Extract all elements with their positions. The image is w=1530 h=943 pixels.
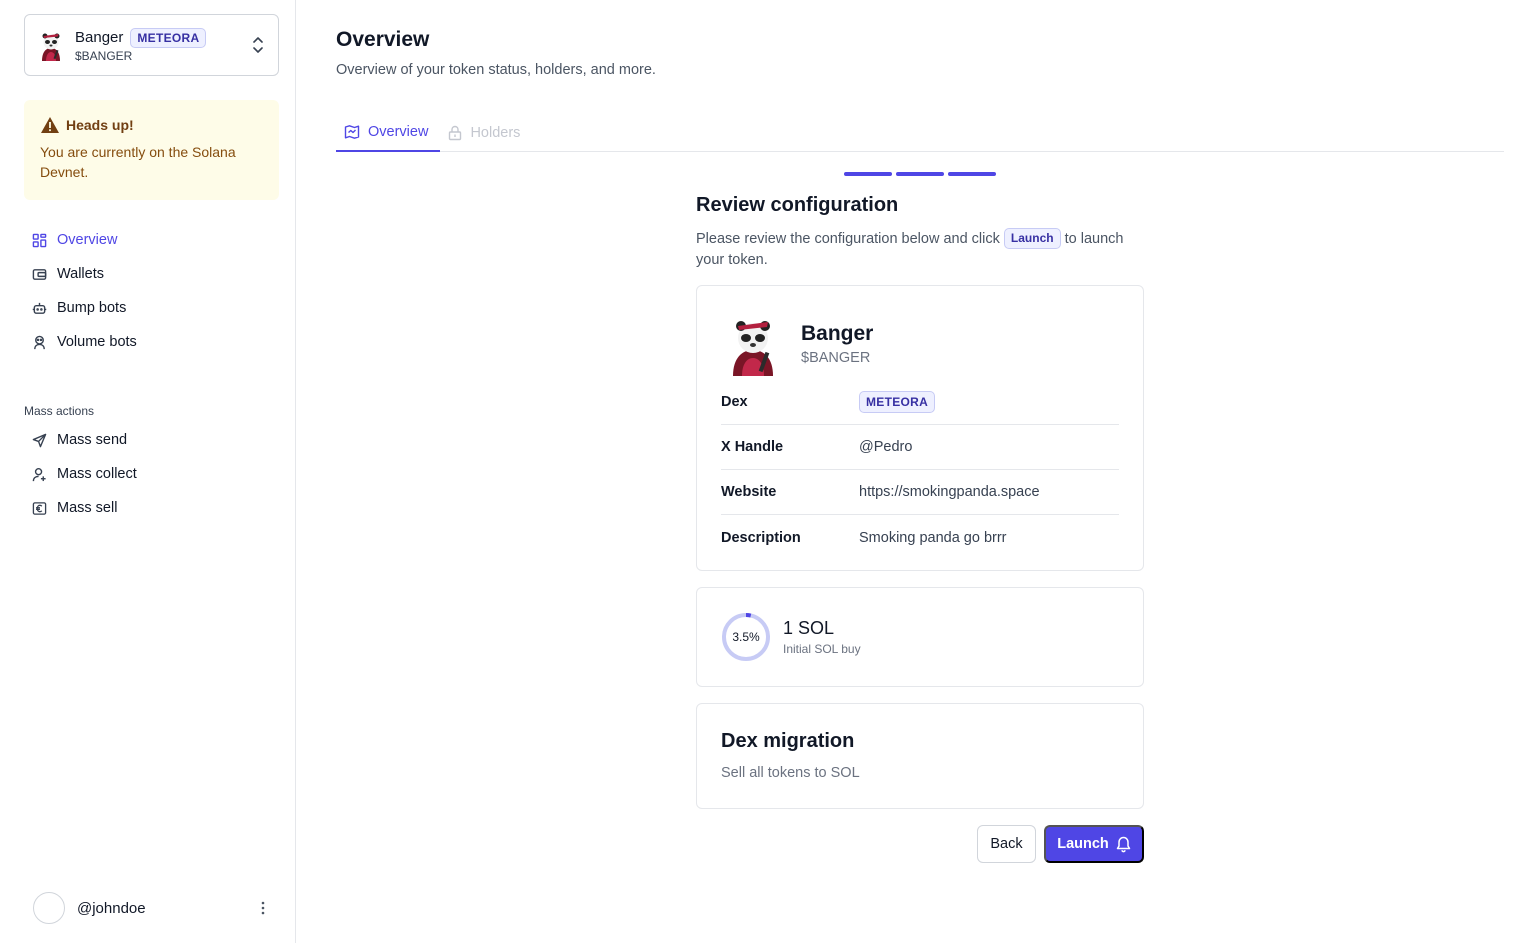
- bot-icon: [32, 302, 47, 314]
- more-vertical-icon[interactable]: [253, 898, 273, 918]
- main-nav: Overview Wallets Bump bots Volume bots: [24, 223, 279, 359]
- nav-item-volume-bots[interactable]: Volume bots: [24, 325, 279, 359]
- step-indicator: [844, 172, 892, 176]
- dashboard-icon: [32, 233, 47, 247]
- tab-label: Overview: [368, 124, 429, 140]
- initial-buy-card: 3.5% 1 SOL Initial SOL buy: [696, 587, 1144, 687]
- dex-badge: METEORA: [859, 391, 936, 413]
- back-label: Back: [990, 836, 1023, 852]
- detail-label: X Handle: [721, 439, 784, 455]
- nav-item-mass-collect[interactable]: Mass collect: [24, 457, 279, 491]
- user-profile[interactable]: @johndoe: [33, 892, 273, 924]
- alert-body: You are currently on the Solana Devnet.: [40, 144, 236, 180]
- user-handle: @johndoe: [77, 899, 146, 917]
- volume-bot-icon: [34, 335, 45, 349]
- detail-label: Dex: [721, 394, 748, 410]
- dex-migration-card: Dex migration Sell all tokens to SOL: [696, 703, 1144, 809]
- review-desc-before: Please review the configuration below an…: [696, 231, 1000, 247]
- token-name: Banger: [801, 322, 874, 345]
- euro-icon: [32, 501, 47, 515]
- warning-icon: [41, 117, 59, 133]
- avatar: [33, 892, 65, 924]
- dex-badge: METEORA: [130, 27, 207, 48]
- migration-caption: Sell all tokens to SOL: [721, 765, 860, 781]
- token-avatar: [35, 29, 67, 61]
- launch-chip: Launch: [1003, 228, 1061, 249]
- buy-amount: 1 SOL: [783, 618, 835, 638]
- user-plus-icon: [32, 467, 46, 481]
- nav-item-bump-bots[interactable]: Bump bots: [24, 291, 279, 325]
- nav-item-wallets[interactable]: Wallets: [24, 257, 279, 291]
- tab-label: Holders: [470, 125, 521, 141]
- sidebar: Banger METEORA $BANGER Heads up! You are…: [0, 0, 296, 943]
- nav-label: Mass collect: [57, 466, 137, 482]
- chevron-up-down-icon: [253, 37, 263, 53]
- mass-actions-nav: Mass send Mass collect Mass sell: [24, 423, 279, 525]
- tab-holders: Holders: [440, 114, 532, 152]
- bell-icon: [1116, 836, 1131, 852]
- nav-label: Wallets: [57, 266, 104, 282]
- nav-label: Bump bots: [57, 300, 127, 316]
- review-description: Please review the configuration below an…: [696, 228, 1144, 271]
- token-switcher[interactable]: Banger METEORA $BANGER: [24, 14, 279, 76]
- nav-item-mass-sell[interactable]: Mass sell: [24, 491, 279, 525]
- token-symbol: $BANGER: [801, 350, 871, 366]
- nav-label: Overview: [57, 232, 118, 248]
- devnet-alert: Heads up! You are currently on the Solan…: [24, 100, 279, 200]
- nav-label: Mass send: [57, 432, 128, 448]
- nav-section-mass-actions: Mass actions: [24, 404, 95, 418]
- tab-overview[interactable]: Overview: [336, 114, 441, 152]
- buy-caption: Initial SOL buy: [783, 642, 861, 656]
- token-summary-card: Banger $BANGER Dex METEORA X Handle @Ped…: [696, 285, 1144, 571]
- review-title: Review configuration: [696, 194, 899, 216]
- token-name: Banger: [75, 29, 124, 46]
- percent-label: 3.5%: [732, 630, 760, 644]
- detail-label: Description: [721, 529, 801, 546]
- nav-item-overview[interactable]: Overview: [24, 223, 279, 257]
- token-symbol: $BANGER: [75, 48, 133, 63]
- lock-icon: [449, 125, 462, 141]
- wallet-icon: [32, 268, 47, 280]
- token-image: [721, 312, 785, 376]
- step-indicator: [948, 172, 996, 176]
- launch-button[interactable]: Launch: [1044, 825, 1144, 863]
- step-indicator: [896, 172, 944, 176]
- detail-value: https://smokingpanda.space: [859, 484, 1040, 500]
- detail-value: @Pedro: [859, 439, 913, 455]
- map-icon: [344, 125, 360, 139]
- step-progress: [844, 172, 1000, 176]
- detail-row-dex: Dex METEORA: [721, 380, 1119, 425]
- nav-label: Volume bots: [57, 334, 137, 350]
- migration-title: Dex migration: [721, 730, 855, 752]
- nav-label: Mass sell: [57, 500, 118, 516]
- back-button[interactable]: Back: [977, 825, 1036, 863]
- page-title: Overview: [336, 28, 430, 51]
- detail-row-website: Website https://smokingpanda.space: [721, 470, 1119, 515]
- detail-value: Smoking panda go brrr: [859, 529, 1007, 546]
- page-subtitle: Overview of your token status, holders, …: [336, 62, 656, 78]
- main-content: Overview Overview of your token status, …: [296, 0, 1530, 943]
- detail-row-x-handle: X Handle @Pedro: [721, 425, 1119, 470]
- send-icon: [32, 433, 47, 447]
- detail-label: Website: [721, 484, 777, 500]
- launch-label: Launch: [1057, 836, 1109, 852]
- percent-ring: 3.5%: [721, 612, 771, 662]
- tabs: Overview Holders: [336, 114, 1504, 152]
- detail-row-description: Description Smoking panda go brrr: [721, 515, 1119, 560]
- alert-title: Heads up!: [66, 117, 134, 133]
- nav-item-mass-send[interactable]: Mass send: [24, 423, 279, 457]
